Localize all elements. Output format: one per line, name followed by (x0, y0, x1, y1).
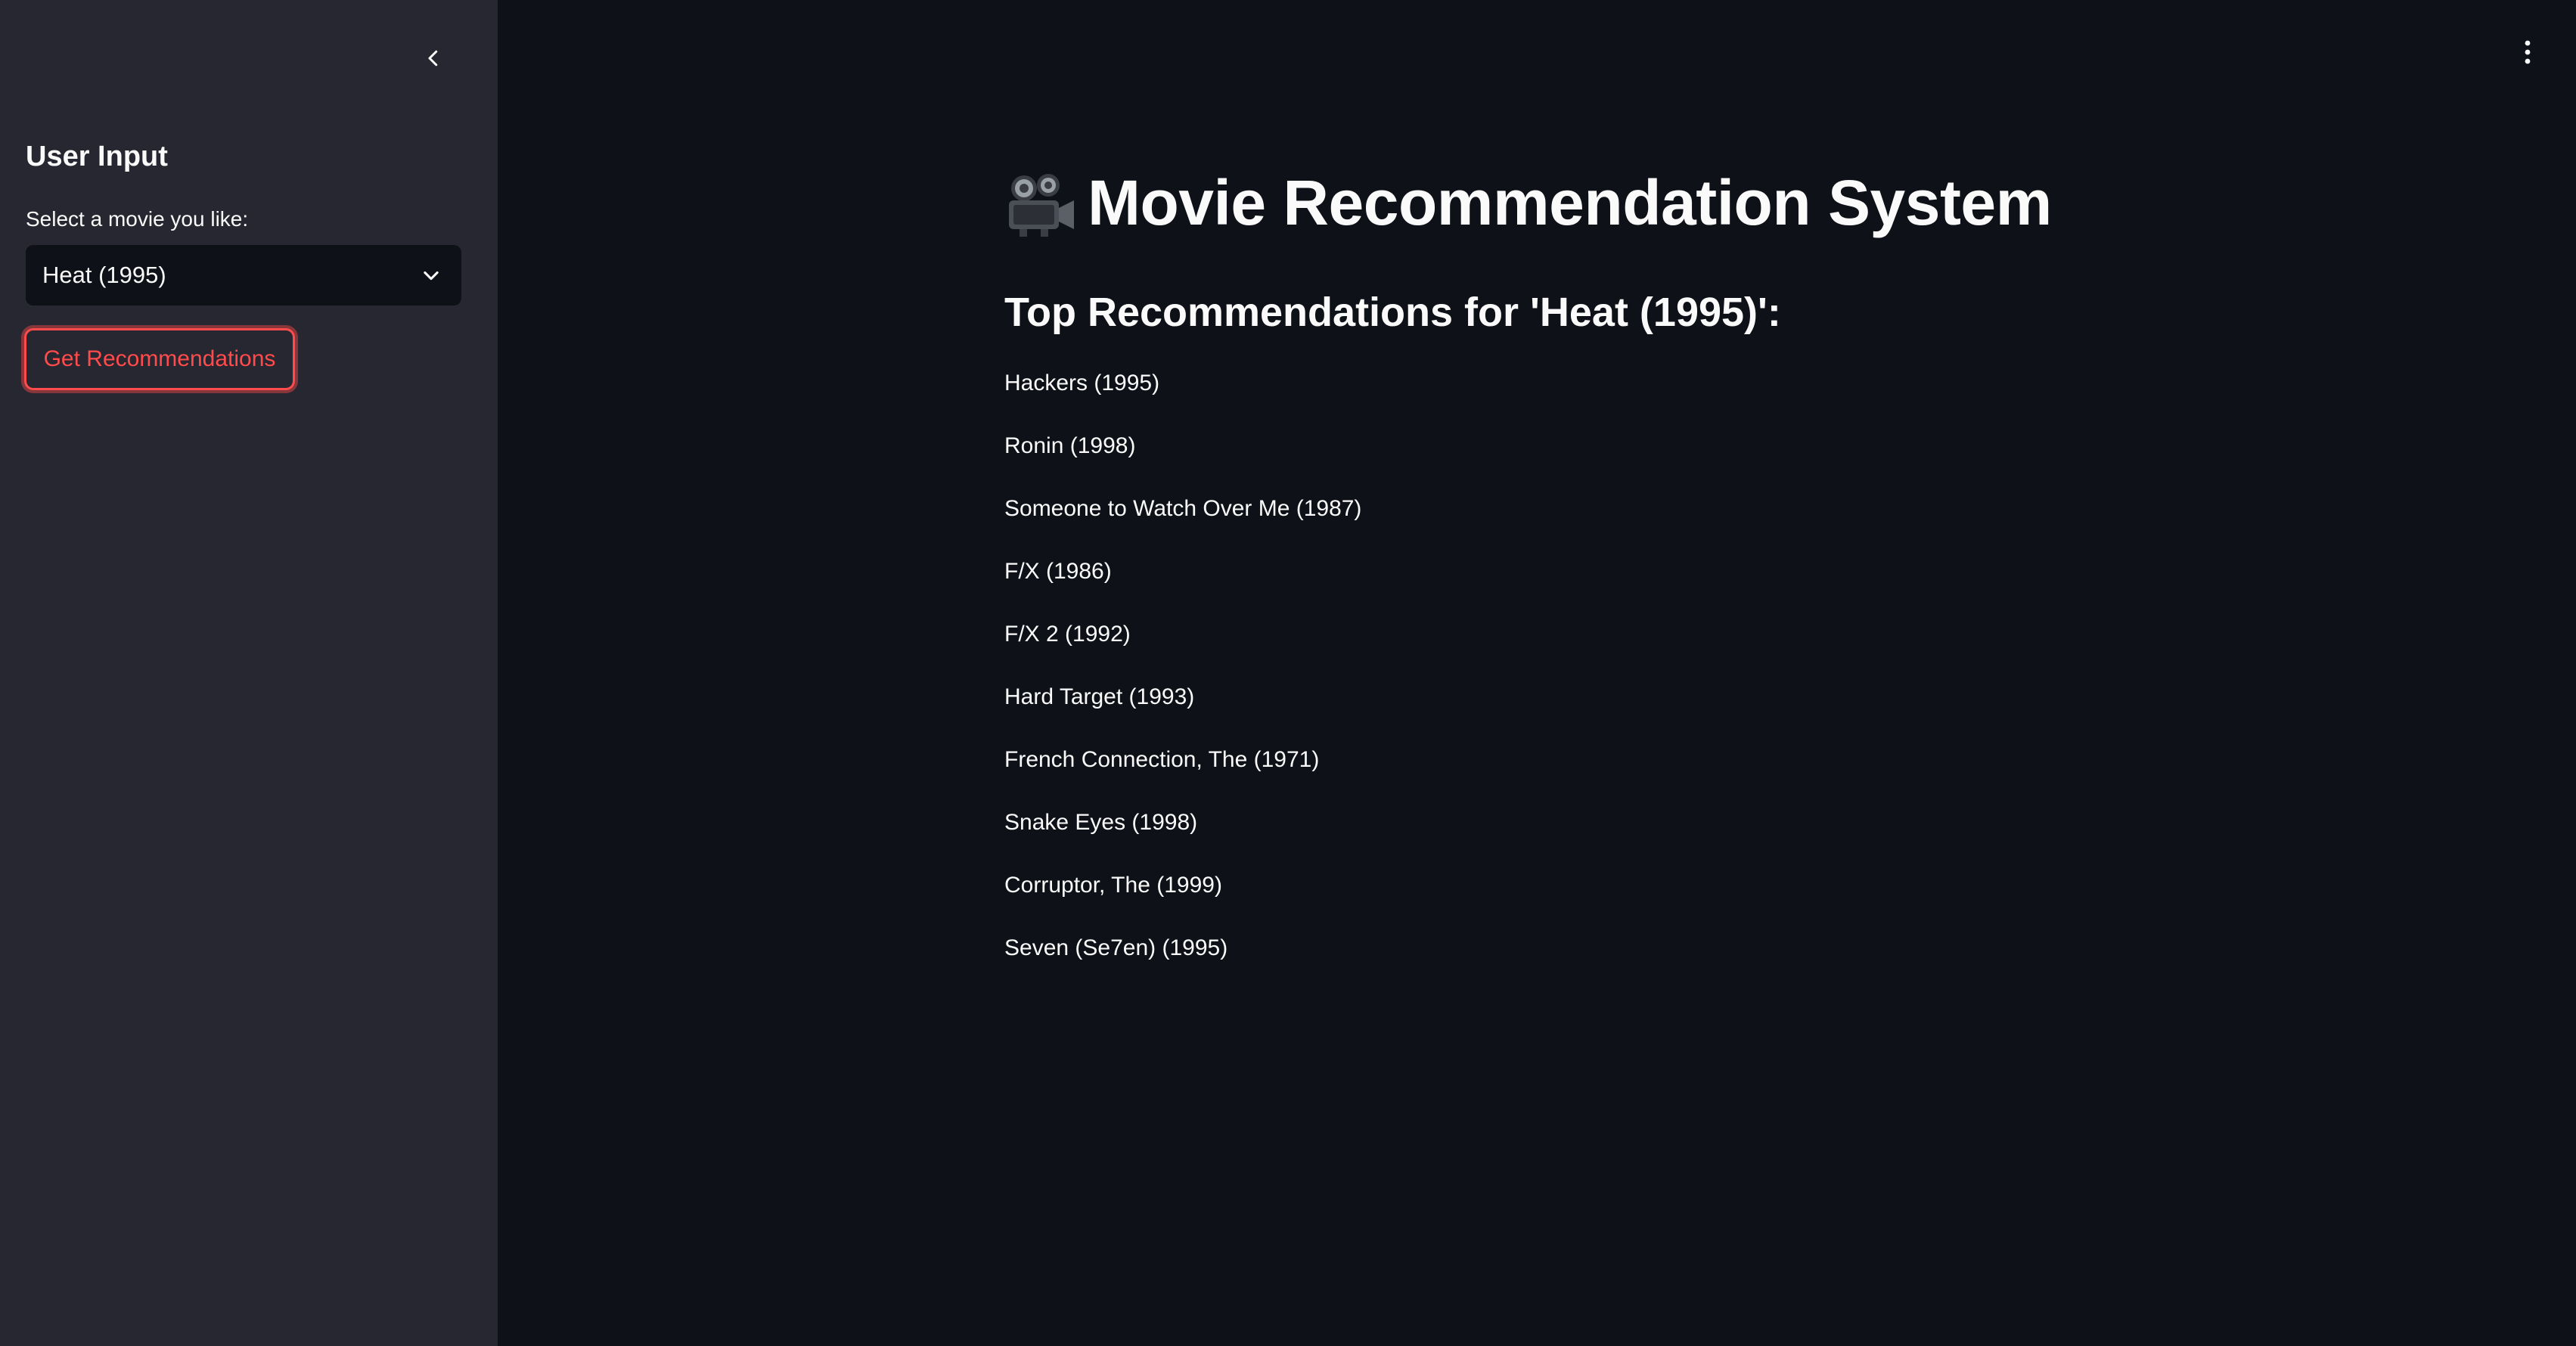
chevron-down-icon (424, 271, 439, 281)
recommendation-item: Hackers (1995) (1004, 371, 1160, 395)
get-recommendations-button[interactable]: Get Recommendations (24, 328, 295, 390)
recommendation-list: Hackers (1995) Ronin (1998) Someone to W… (1004, 366, 1361, 994)
collapse-sidebar-button[interactable] (414, 39, 452, 77)
movie-select-label: Select a movie you like: (26, 207, 249, 231)
page-title-row: Movie Recommendation System (1004, 166, 2052, 240)
movie-select[interactable]: Heat (1995) (26, 245, 461, 305)
recommendations-heading: Top Recommendations for 'Heat (1995)': (1004, 290, 1781, 335)
main-content: Movie Recommendation System Top Recommen… (498, 0, 2576, 1346)
recommendation-item: Hard Target (1993) (1004, 684, 1195, 709)
page-title: Movie Recommendation System (1088, 167, 2052, 238)
app-root: User Input Select a movie you like: Heat… (0, 0, 2576, 1346)
vertical-dots-icon (2525, 40, 2531, 64)
recommendation-item: Snake Eyes (1998) (1004, 810, 1198, 835)
chevron-left-icon (428, 50, 438, 67)
movie-camera-icon (1009, 173, 1074, 237)
recommendation-item: Ronin (1998) (1004, 433, 1136, 458)
main-menu-button[interactable] (2512, 33, 2543, 71)
recommendation-item: F/X 2 (1992) (1004, 622, 1131, 647)
recommendation-item: F/X (1986) (1004, 559, 1112, 584)
recommendation-item: French Connection, The (1971) (1004, 747, 1320, 772)
recommendation-item: Seven (Se7en) (1995) (1004, 935, 1228, 960)
recommendation-item: Someone to Watch Over Me (1987) (1004, 496, 1362, 521)
movie-select-value: Heat (1995) (42, 262, 166, 288)
sidebar-header: User Input (26, 141, 168, 172)
sidebar: User Input Select a movie you like: Heat… (0, 0, 498, 1346)
recommendation-item: Corruptor, The (1999) (1004, 873, 1222, 898)
